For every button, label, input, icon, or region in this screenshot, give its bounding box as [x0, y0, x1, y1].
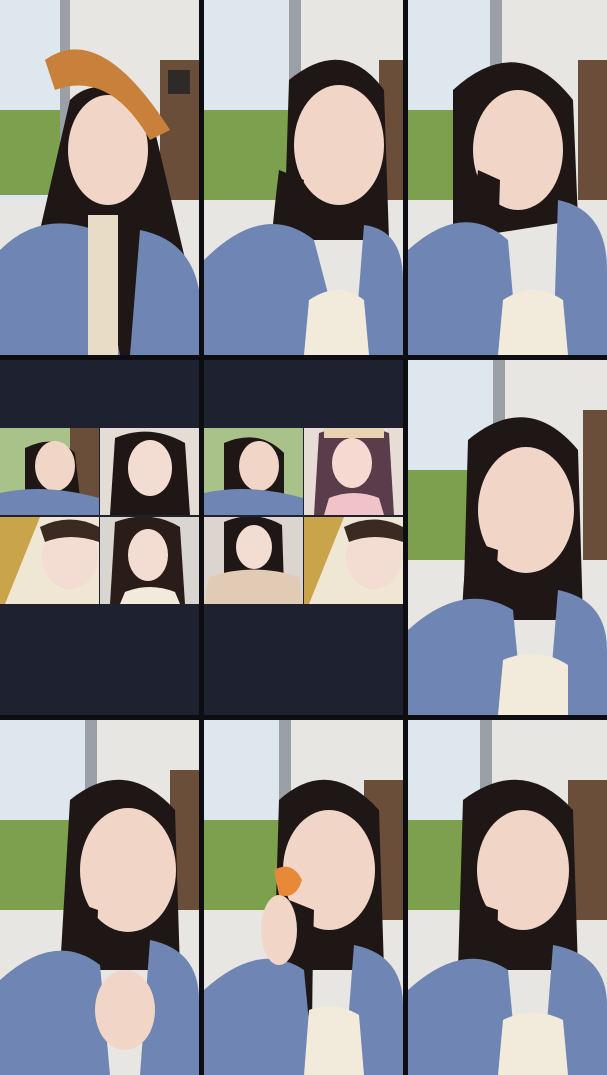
video-frame-holding-clip: [204, 720, 403, 1075]
video-tile-3[interactable]: [408, 0, 607, 355]
video-frame-braid-smiling: [408, 720, 607, 1075]
participant-3[interactable]: [0, 517, 99, 604]
video-frame-headband: [0, 0, 199, 355]
participant-video: [100, 428, 199, 515]
video-frame-braid-close: [408, 360, 607, 715]
participant-3[interactable]: [204, 517, 303, 604]
video-tile-4[interactable]: [0, 360, 199, 715]
video-tile-1[interactable]: [0, 0, 199, 355]
participant-grid-a: [0, 428, 199, 604]
participant-video: [204, 428, 303, 515]
participant-video: [204, 517, 303, 604]
video-tile-9[interactable]: [408, 720, 607, 1075]
video-frame-braid: [204, 0, 403, 355]
participant-4[interactable]: [100, 517, 199, 604]
participant-grid-b: [204, 428, 403, 604]
video-grid: [0, 0, 607, 1075]
participant-4[interactable]: [304, 517, 403, 604]
participant-video: [0, 517, 99, 604]
participant-video: [0, 428, 99, 515]
participant-1[interactable]: [0, 428, 99, 515]
participant-video: [100, 517, 199, 604]
video-tile-5[interactable]: [204, 360, 403, 715]
participant-2[interactable]: [100, 428, 199, 515]
participant-1[interactable]: [204, 428, 303, 515]
participant-video: [304, 428, 403, 515]
video-tile-7[interactable]: [0, 720, 199, 1075]
participant-video: [304, 517, 403, 604]
video-tile-2[interactable]: [204, 0, 403, 355]
video-frame-hands-clasped: [0, 720, 199, 1075]
video-frame-braid-eyes-closed: [408, 0, 607, 355]
video-tile-8[interactable]: [204, 720, 403, 1075]
participant-2[interactable]: [304, 428, 403, 515]
video-tile-6[interactable]: [408, 360, 607, 715]
